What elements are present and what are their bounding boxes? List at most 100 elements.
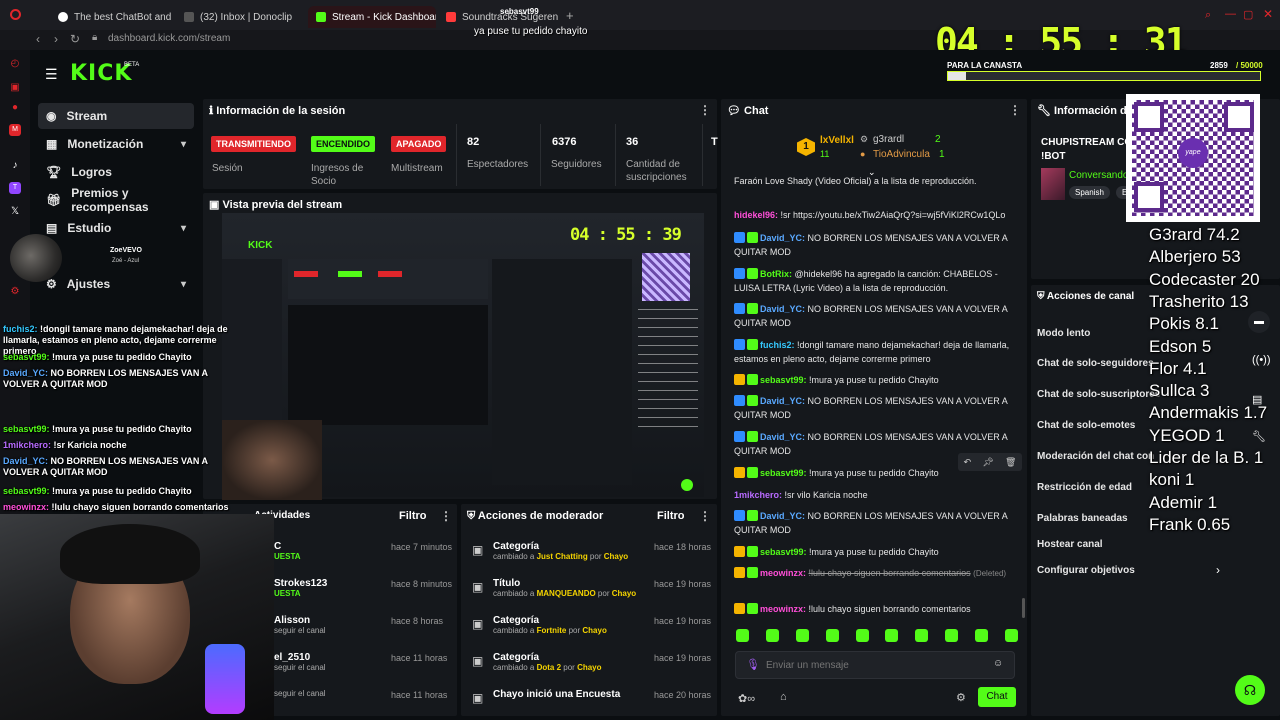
- tiktok-icon[interactable]: ♪: [9, 160, 21, 172]
- leader-1-name[interactable]: lxVellxl: [820, 135, 854, 146]
- browser-tab-soundtracks[interactable]: Soundtracks Sugerencias: [438, 6, 558, 28]
- chat-message[interactable]: David_YC: NO BORREN LOS MENSAJES VAN A V…: [734, 302, 1016, 330]
- sidebar-item-achievements[interactable]: 🏆︎ Logros: [38, 159, 194, 185]
- activity-row[interactable]: el_2510 seguir el canal: [274, 652, 326, 672]
- chat-settings-icon[interactable]: ⚙: [956, 691, 966, 704]
- chat-message[interactable]: David_YC: NO BORREN LOS MENSAJES VAN A V…: [734, 394, 1016, 422]
- search-icon[interactable]: ⌕: [1205, 9, 1211, 22]
- help-headset-icon[interactable]: ☊: [1235, 675, 1265, 705]
- mod-action-row[interactable]: Categoría cambiado a Dota 2 por Chayo: [493, 652, 602, 672]
- activity-row[interactable]: Alisson seguir el canal: [274, 615, 326, 635]
- chat-message[interactable]: Faraón Love Shady (Video Oficial) a la l…: [734, 174, 1016, 188]
- store-icon[interactable]: ⌂: [780, 691, 787, 703]
- messenger-icon[interactable]: ●: [9, 102, 21, 114]
- channel-action-item[interactable]: Configurar objetivos: [1037, 565, 1135, 576]
- session-kebab-icon[interactable]: ⋮: [699, 103, 711, 117]
- chat-message[interactable]: 1mikchero: !sr vilo Karicia noche: [734, 488, 1016, 502]
- emote-icon[interactable]: [855, 629, 869, 642]
- channel-action-item[interactable]: Modo lento: [1037, 328, 1090, 339]
- maximize-icon[interactable]: ▢: [1243, 8, 1253, 21]
- emote-icon[interactable]: [975, 629, 988, 642]
- chat-input[interactable]: [766, 657, 986, 673]
- x-icon[interactable]: 𝕏: [9, 206, 21, 218]
- delete-icon[interactable]: 🗑︎: [1005, 457, 1016, 468]
- sidebar-item-settings[interactable]: ⚙ Ajustes ▾: [38, 271, 194, 297]
- activity-filter-button[interactable]: Filtro: [399, 510, 427, 522]
- emote-icon[interactable]: [765, 629, 779, 642]
- microphone-icon[interactable]: 🎙︎: [746, 658, 760, 671]
- leader-3-name[interactable]: TioAdvincula: [873, 149, 930, 160]
- mod-kebab-icon[interactable]: ⋮: [699, 509, 711, 523]
- chat-kebab-icon[interactable]: ⋮: [1009, 103, 1021, 117]
- activity-row[interactable]: C UESTA: [274, 541, 301, 561]
- sidebar-item-rewards[interactable]: 🎁︎ Premios y recompensas: [38, 186, 194, 214]
- browser-tab-chatbot[interactable]: The best ChatBot and: [50, 6, 172, 28]
- chat-message[interactable]: BotRix: @hidekel96 ha agregado la canció…: [734, 267, 1016, 295]
- chat-username[interactable]: David_YC:: [760, 233, 805, 243]
- settings-small-icon[interactable]: ✿∞: [738, 692, 755, 705]
- chat-username[interactable]: sebasvt99:: [760, 468, 807, 478]
- emote-icon[interactable]: [885, 629, 899, 642]
- menu-icon[interactable]: ☰: [45, 66, 58, 83]
- emote-icon[interactable]: [825, 629, 839, 642]
- reply-icon[interactable]: ↶: [964, 457, 972, 468]
- chat-bubble-side-icon[interactable]: ▬: [1248, 311, 1270, 333]
- forward-icon[interactable]: ›: [54, 32, 58, 46]
- chat-message[interactable]: hidekel96: !sr https://youtu.be/xTiw2Aia…: [734, 208, 1016, 222]
- chat-username[interactable]: 1mikchero:: [734, 490, 782, 500]
- settings-strip-icon[interactable]: ⚙: [9, 286, 21, 298]
- chat-username[interactable]: BotRix:: [760, 269, 792, 279]
- emote-icon[interactable]: [736, 629, 749, 642]
- chat-send-button[interactable]: Chat: [978, 687, 1016, 707]
- minimize-icon[interactable]: —: [1225, 8, 1236, 20]
- mod-action-row[interactable]: Título cambiado a MANQUEANDO por Chayo: [493, 578, 636, 598]
- new-tab-icon[interactable]: +: [566, 8, 574, 23]
- leader-2-name[interactable]: g3rardl: [873, 134, 904, 145]
- browser-tab-inbox[interactable]: (32) Inbox | Donoclip: [176, 6, 304, 28]
- emote-icon[interactable]: [915, 629, 929, 642]
- sidebar-item-monetization[interactable]: ▦ Monetización ▾: [38, 131, 194, 157]
- chat-message[interactable]: David_YC: NO BORREN LOS MENSAJES VAN A V…: [734, 509, 1016, 537]
- chat-message[interactable]: sebasvt99: !mura ya puse tu pedido Chayi…: [734, 373, 1016, 387]
- chat-username[interactable]: David_YC:: [760, 432, 805, 442]
- emote-icon[interactable]: [1004, 629, 1018, 642]
- url-text[interactable]: dashboard.kick.com/stream: [108, 33, 230, 44]
- category-link[interactable]: Conversando: [1069, 170, 1128, 181]
- activity-row[interactable]: Strokes123 UESTA: [274, 578, 327, 598]
- chat-username[interactable]: David_YC:: [760, 511, 805, 521]
- emoji-icon[interactable]: ☺: [993, 658, 1003, 669]
- chat-username[interactable]: David_YC:: [760, 304, 805, 314]
- chat-username[interactable]: meowinzx:: [760, 568, 806, 578]
- twitch-icon[interactable]: T: [9, 182, 21, 194]
- channel-action-item[interactable]: Chat de solo-emotes: [1037, 420, 1135, 431]
- chat-message[interactable]: meowinzx: !lulu chayo siguen borrando co…: [734, 566, 1016, 581]
- broadcast-side-icon[interactable]: ((•)): [1252, 354, 1271, 366]
- channel-action-item[interactable]: Moderación del chat con: [1037, 451, 1154, 462]
- speed-dial-icon[interactable]: ◴: [9, 58, 21, 70]
- activity-row[interactable]: seguir el canal: [274, 689, 326, 698]
- channel-action-item[interactable]: Chat de solo-seguidores: [1037, 358, 1154, 369]
- chat-username[interactable]: fuchis2:: [760, 340, 795, 350]
- music-icon[interactable]: M: [9, 124, 21, 136]
- chat-message[interactable]: David_YC: NO BORREN LOS MENSAJES VAN A V…: [734, 231, 1016, 259]
- emote-icon[interactable]: [795, 629, 809, 642]
- chat-username[interactable]: meowinzx:: [760, 604, 806, 614]
- bookmark-icon[interactable]: ▣: [9, 82, 21, 94]
- mod-filter-button[interactable]: Filtro: [657, 510, 685, 522]
- chat-scrollbar[interactable]: [1022, 598, 1025, 618]
- channel-action-item[interactable]: Palabras baneadas: [1037, 513, 1128, 524]
- chat-username[interactable]: sebasvt99:: [760, 547, 807, 557]
- chat-message[interactable]: sebasvt99: !mura ya puse tu pedido Chayi…: [734, 545, 1016, 559]
- sidebar-item-stream[interactable]: ◉ Stream: [38, 103, 194, 129]
- reload-icon[interactable]: ↻: [70, 32, 80, 46]
- channel-action-item[interactable]: Chat de solo-suscriptores: [1037, 389, 1160, 400]
- chat-message[interactable]: fuchis2: !dongil tamare mano dejamekacha…: [734, 338, 1016, 366]
- opera-logo-icon[interactable]: [10, 9, 21, 20]
- chat-username[interactable]: David_YC:: [760, 396, 805, 406]
- back-icon[interactable]: ‹: [36, 32, 40, 46]
- channel-action-item[interactable]: Hostear canal: [1037, 539, 1103, 550]
- channel-action-item[interactable]: Restricción de edad: [1037, 482, 1132, 493]
- browser-tab-kick[interactable]: Stream - Kick Dashboard: [308, 6, 436, 28]
- emote-icon[interactable]: [945, 629, 959, 642]
- mod-action-row[interactable]: Categoría cambiado a Fortnite por Chayo: [493, 615, 607, 635]
